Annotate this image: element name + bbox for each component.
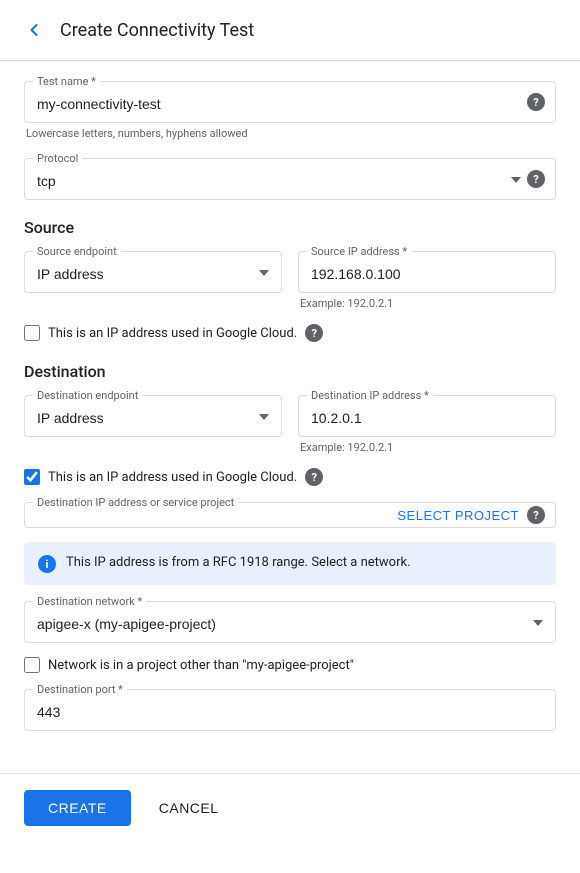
- protocol-help-icon[interactable]: ?: [527, 170, 545, 188]
- page-wrapper: Create Connectivity Test Test name * ? L…: [0, 0, 580, 842]
- destination-google-cloud-checkbox[interactable]: [24, 469, 40, 485]
- source-ip-input[interactable]: [299, 252, 555, 292]
- source-ip-field-group: Source IP address * Example: 192.0.2.1: [298, 251, 556, 310]
- destination-ip-input-container: Destination IP address *: [298, 395, 556, 437]
- info-message: This IP address is from a RFC 1918 range…: [66, 554, 411, 572]
- destination-port-field-group: Destination port *: [24, 689, 556, 731]
- destination-network-select[interactable]: apigee-x (my-apigee-project) default: [25, 602, 555, 642]
- footer-buttons: CREATE CANCEL: [0, 773, 580, 842]
- header: Create Connectivity Test: [0, 0, 580, 61]
- source-google-cloud-checkbox[interactable]: [24, 325, 40, 341]
- source-google-cloud-help-icon[interactable]: ?: [305, 324, 323, 342]
- source-google-cloud-label[interactable]: This is an IP address used in Google Clo…: [48, 326, 297, 341]
- page-title: Create Connectivity Test: [60, 20, 254, 41]
- create-button[interactable]: CREATE: [24, 790, 131, 826]
- destination-endpoint-select[interactable]: IP address VM instance GKE pod Cloud SQL…: [25, 396, 281, 436]
- destination-section: Destination Destination endpoint IP addr…: [24, 362, 556, 731]
- test-name-hint: Lowercase letters, numbers, hyphens allo…: [24, 127, 556, 140]
- destination-ip-field-group: Destination IP address * Example: 192.0.…: [298, 395, 556, 454]
- protocol-field-group: Protocol tcp udp icmp ?: [24, 158, 556, 200]
- destination-service-project-label: Destination IP address or service projec…: [33, 496, 238, 509]
- select-project-help-icon[interactable]: ?: [527, 506, 545, 524]
- source-ip-input-container: Source IP address *: [298, 251, 556, 293]
- destination-port-input-container: Destination port *: [24, 689, 556, 731]
- test-name-help-icon[interactable]: ?: [527, 93, 545, 111]
- network-other-project-checkbox[interactable]: [24, 657, 40, 673]
- destination-ip-example: Example: 192.0.2.1: [298, 441, 556, 454]
- destination-two-col: Destination endpoint IP address VM insta…: [24, 395, 556, 454]
- source-section-title: Source: [24, 218, 556, 237]
- destination-service-project-container: Destination IP address or service projec…: [24, 502, 556, 528]
- destination-port-input[interactable]: [25, 690, 555, 730]
- network-other-project-row: Network is in a project other than "my-a…: [24, 657, 556, 673]
- destination-section-title: Destination: [24, 362, 556, 381]
- destination-endpoint-field-group: Destination endpoint IP address VM insta…: [24, 395, 282, 454]
- destination-google-cloud-label[interactable]: This is an IP address used in Google Clo…: [48, 470, 297, 485]
- destination-ip-input[interactable]: [299, 396, 555, 436]
- protocol-select[interactable]: tcp udp icmp: [25, 159, 555, 199]
- info-icon: i: [38, 555, 56, 573]
- source-endpoint-select-container: Source endpoint IP address VM instance G…: [24, 251, 282, 293]
- source-endpoint-field-group: Source endpoint IP address VM instance G…: [24, 251, 282, 310]
- destination-port-label: Destination port *: [33, 683, 127, 696]
- network-other-project-label[interactable]: Network is in a project other than "my-a…: [48, 658, 354, 673]
- destination-service-project-field-group: Destination IP address or service projec…: [24, 502, 556, 528]
- destination-endpoint-label: Destination endpoint: [33, 389, 142, 402]
- test-name-field-group: Test name * ? Lowercase letters, numbers…: [24, 81, 556, 140]
- destination-network-select-container: Destination network * apigee-x (my-apige…: [24, 601, 556, 643]
- destination-google-cloud-row: This is an IP address used in Google Clo…: [24, 468, 556, 486]
- form-body: Test name * ? Lowercase letters, numbers…: [0, 61, 580, 769]
- source-endpoint-label: Source endpoint: [33, 245, 121, 258]
- source-section: Source Source endpoint IP address VM ins…: [24, 218, 556, 342]
- source-google-cloud-row: This is an IP address used in Google Clo…: [24, 324, 556, 342]
- protocol-label: Protocol: [33, 152, 82, 165]
- cancel-button[interactable]: CANCEL: [139, 790, 239, 826]
- destination-ip-label: Destination IP address *: [307, 389, 433, 402]
- info-box: i This IP address is from a RFC 1918 ran…: [24, 542, 556, 585]
- select-project-button[interactable]: SELECT PROJECT: [397, 508, 519, 523]
- destination-network-label: Destination network *: [33, 595, 146, 608]
- test-name-input[interactable]: [25, 82, 555, 122]
- test-name-label: Test name *: [33, 75, 100, 88]
- protocol-select-container: Protocol tcp udp icmp ?: [24, 158, 556, 200]
- test-name-input-container: Test name * ?: [24, 81, 556, 123]
- source-two-col: Source endpoint IP address VM instance G…: [24, 251, 556, 310]
- destination-network-field-group: Destination network * apigee-x (my-apige…: [24, 601, 556, 643]
- source-ip-label: Source IP address *: [307, 245, 411, 258]
- source-ip-example: Example: 192.0.2.1: [298, 297, 556, 310]
- destination-google-cloud-help-icon[interactable]: ?: [305, 468, 323, 486]
- back-button[interactable]: [20, 16, 48, 44]
- destination-endpoint-select-container: Destination endpoint IP address VM insta…: [24, 395, 282, 437]
- source-endpoint-select[interactable]: IP address VM instance GKE pod Cloud SQL…: [25, 252, 281, 292]
